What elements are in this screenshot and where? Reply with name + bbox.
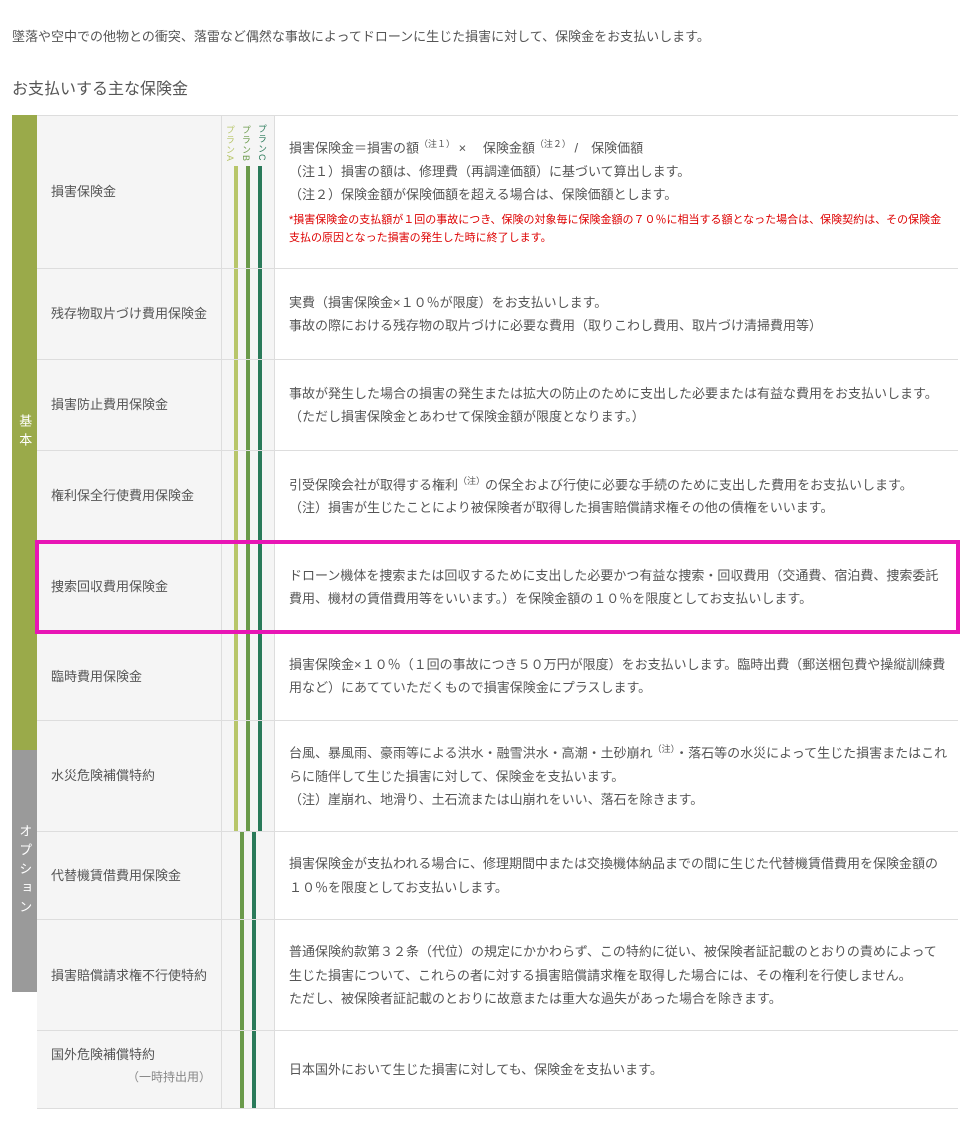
row-desc: 損害保険金×１０％（１回の事故につき５０万円が限度）をお支払いします。臨時出費（… (275, 633, 958, 720)
coverage-table: 基本 オプション 損害保険金 プランA プランB プランC 損害保険金＝損害の額… (12, 115, 958, 1109)
plan-indicator (222, 832, 275, 919)
plan-indicator (222, 721, 275, 832)
plan-header-c: プランC (258, 120, 270, 166)
row-desc: 事故が発生した場合の損害の発生または拡大の防止のために支出した必要または有益な費… (275, 360, 958, 450)
table-row-highlighted: 捜索回収費用保険金 ドローン機体を捜索または回収するために支出した必要かつ有益な… (37, 541, 958, 632)
section-title: お支払いする主な保険金 (12, 76, 958, 105)
row-desc: 台風、暴風雨、豪雨等による洪水・融雪洪水・高潮・土砂崩れ（注）・落石等の水災によ… (275, 721, 958, 832)
row-desc: 普通保険約款第３２条（代位）の規定にかかわらず、この特約に従い、被保険者証記載の… (275, 920, 958, 1030)
table-row: 残存物取片づけ費用保険金 実費（損害保険金×１０％が限度）をお支払いします。 事… (37, 268, 958, 359)
table-row: 権利保全行使費用保険金 引受保険会社が取得する権利（注）の保全および行使に必要な… (37, 450, 958, 541)
plan-indicator (222, 920, 275, 1030)
table-row: 損害保険金 プランA プランB プランC 損害保険金＝損害の額（注１） × 保険… (37, 115, 958, 268)
category-basic: 基本 (12, 115, 37, 750)
plan-header-b: プランB (242, 120, 254, 166)
row-desc: 損害保険金＝損害の額（注１） × 保険金額（注２） / 保険価額 （注１）損害の… (275, 116, 958, 268)
table-row: 損害防止費用保険金 事故が発生した場合の損害の発生または拡大の防止のために支出し… (37, 359, 958, 450)
intro-text: 墜落や空中での他物との衝突、落雷など偶然な事故によってドローンに生じた損害に対し… (12, 25, 958, 48)
row-label: 代替機賃借費用保険金 (37, 832, 222, 919)
row-desc: 損害保険金が支払われる場合に、修理期間中または交換機体納品までの間に生じた代替機… (275, 832, 958, 919)
table-row: 水災危険補償特約 台風、暴風雨、豪雨等による洪水・融雪洪水・高潮・土砂崩れ（注）… (37, 720, 958, 832)
row-label: 損害保険金 (37, 116, 222, 268)
row-label: 臨時費用保険金 (37, 633, 222, 720)
plan-indicator (222, 542, 275, 632)
plan-indicator (222, 269, 275, 359)
plan-indicator: プランA プランB プランC (222, 116, 275, 268)
row-label: 水災危険補償特約 (37, 721, 222, 832)
plan-indicator (222, 360, 275, 450)
plan-indicator (222, 1031, 275, 1108)
table-row: 国外危険補償特約 （一時持出用） 日本国外において生じた損害に対しても、保険金を… (37, 1030, 958, 1109)
row-label: 損害賠償請求権不行使特約 (37, 920, 222, 1030)
table-row: 損害賠償請求権不行使特約 普通保険約款第３２条（代位）の規定にかかわらず、この特… (37, 919, 958, 1030)
row-label: 捜索回収費用保険金 (37, 542, 222, 632)
row-label: 損害防止費用保険金 (37, 360, 222, 450)
row-label: 権利保全行使費用保険金 (37, 451, 222, 541)
row-desc: 実費（損害保険金×１０％が限度）をお支払いします。 事故の際における残存物の取片… (275, 269, 958, 359)
row-label: 国外危険補償特約 （一時持出用） (37, 1031, 222, 1108)
row-label: 残存物取片づけ費用保険金 (37, 269, 222, 359)
row-desc: ドローン機体を捜索または回収するために支出した必要かつ有益な捜索・回収費用（交通… (275, 542, 958, 632)
plan-indicator (222, 633, 275, 720)
category-option: オプション (12, 750, 37, 992)
table-row: 代替機賃借費用保険金 損害保険金が支払われる場合に、修理期間中または交換機体納品… (37, 831, 958, 919)
warning-text: *損害保険金の支払額が１回の事故につき、保険の対象毎に保険金額の７０％に相当する… (289, 211, 948, 248)
row-desc: 引受保険会社が取得する権利（注）の保全および行使に必要な手続のために支出した費用… (275, 451, 958, 541)
row-desc: 日本国外において生じた損害に対しても、保険金を支払います。 (275, 1031, 958, 1108)
plan-header-a: プランA (226, 120, 238, 166)
table-row: 臨時費用保険金 損害保険金×１０％（１回の事故につき５０万円が限度）をお支払いし… (37, 632, 958, 720)
category-column: 基本 オプション (12, 115, 37, 1109)
plan-indicator (222, 451, 275, 541)
